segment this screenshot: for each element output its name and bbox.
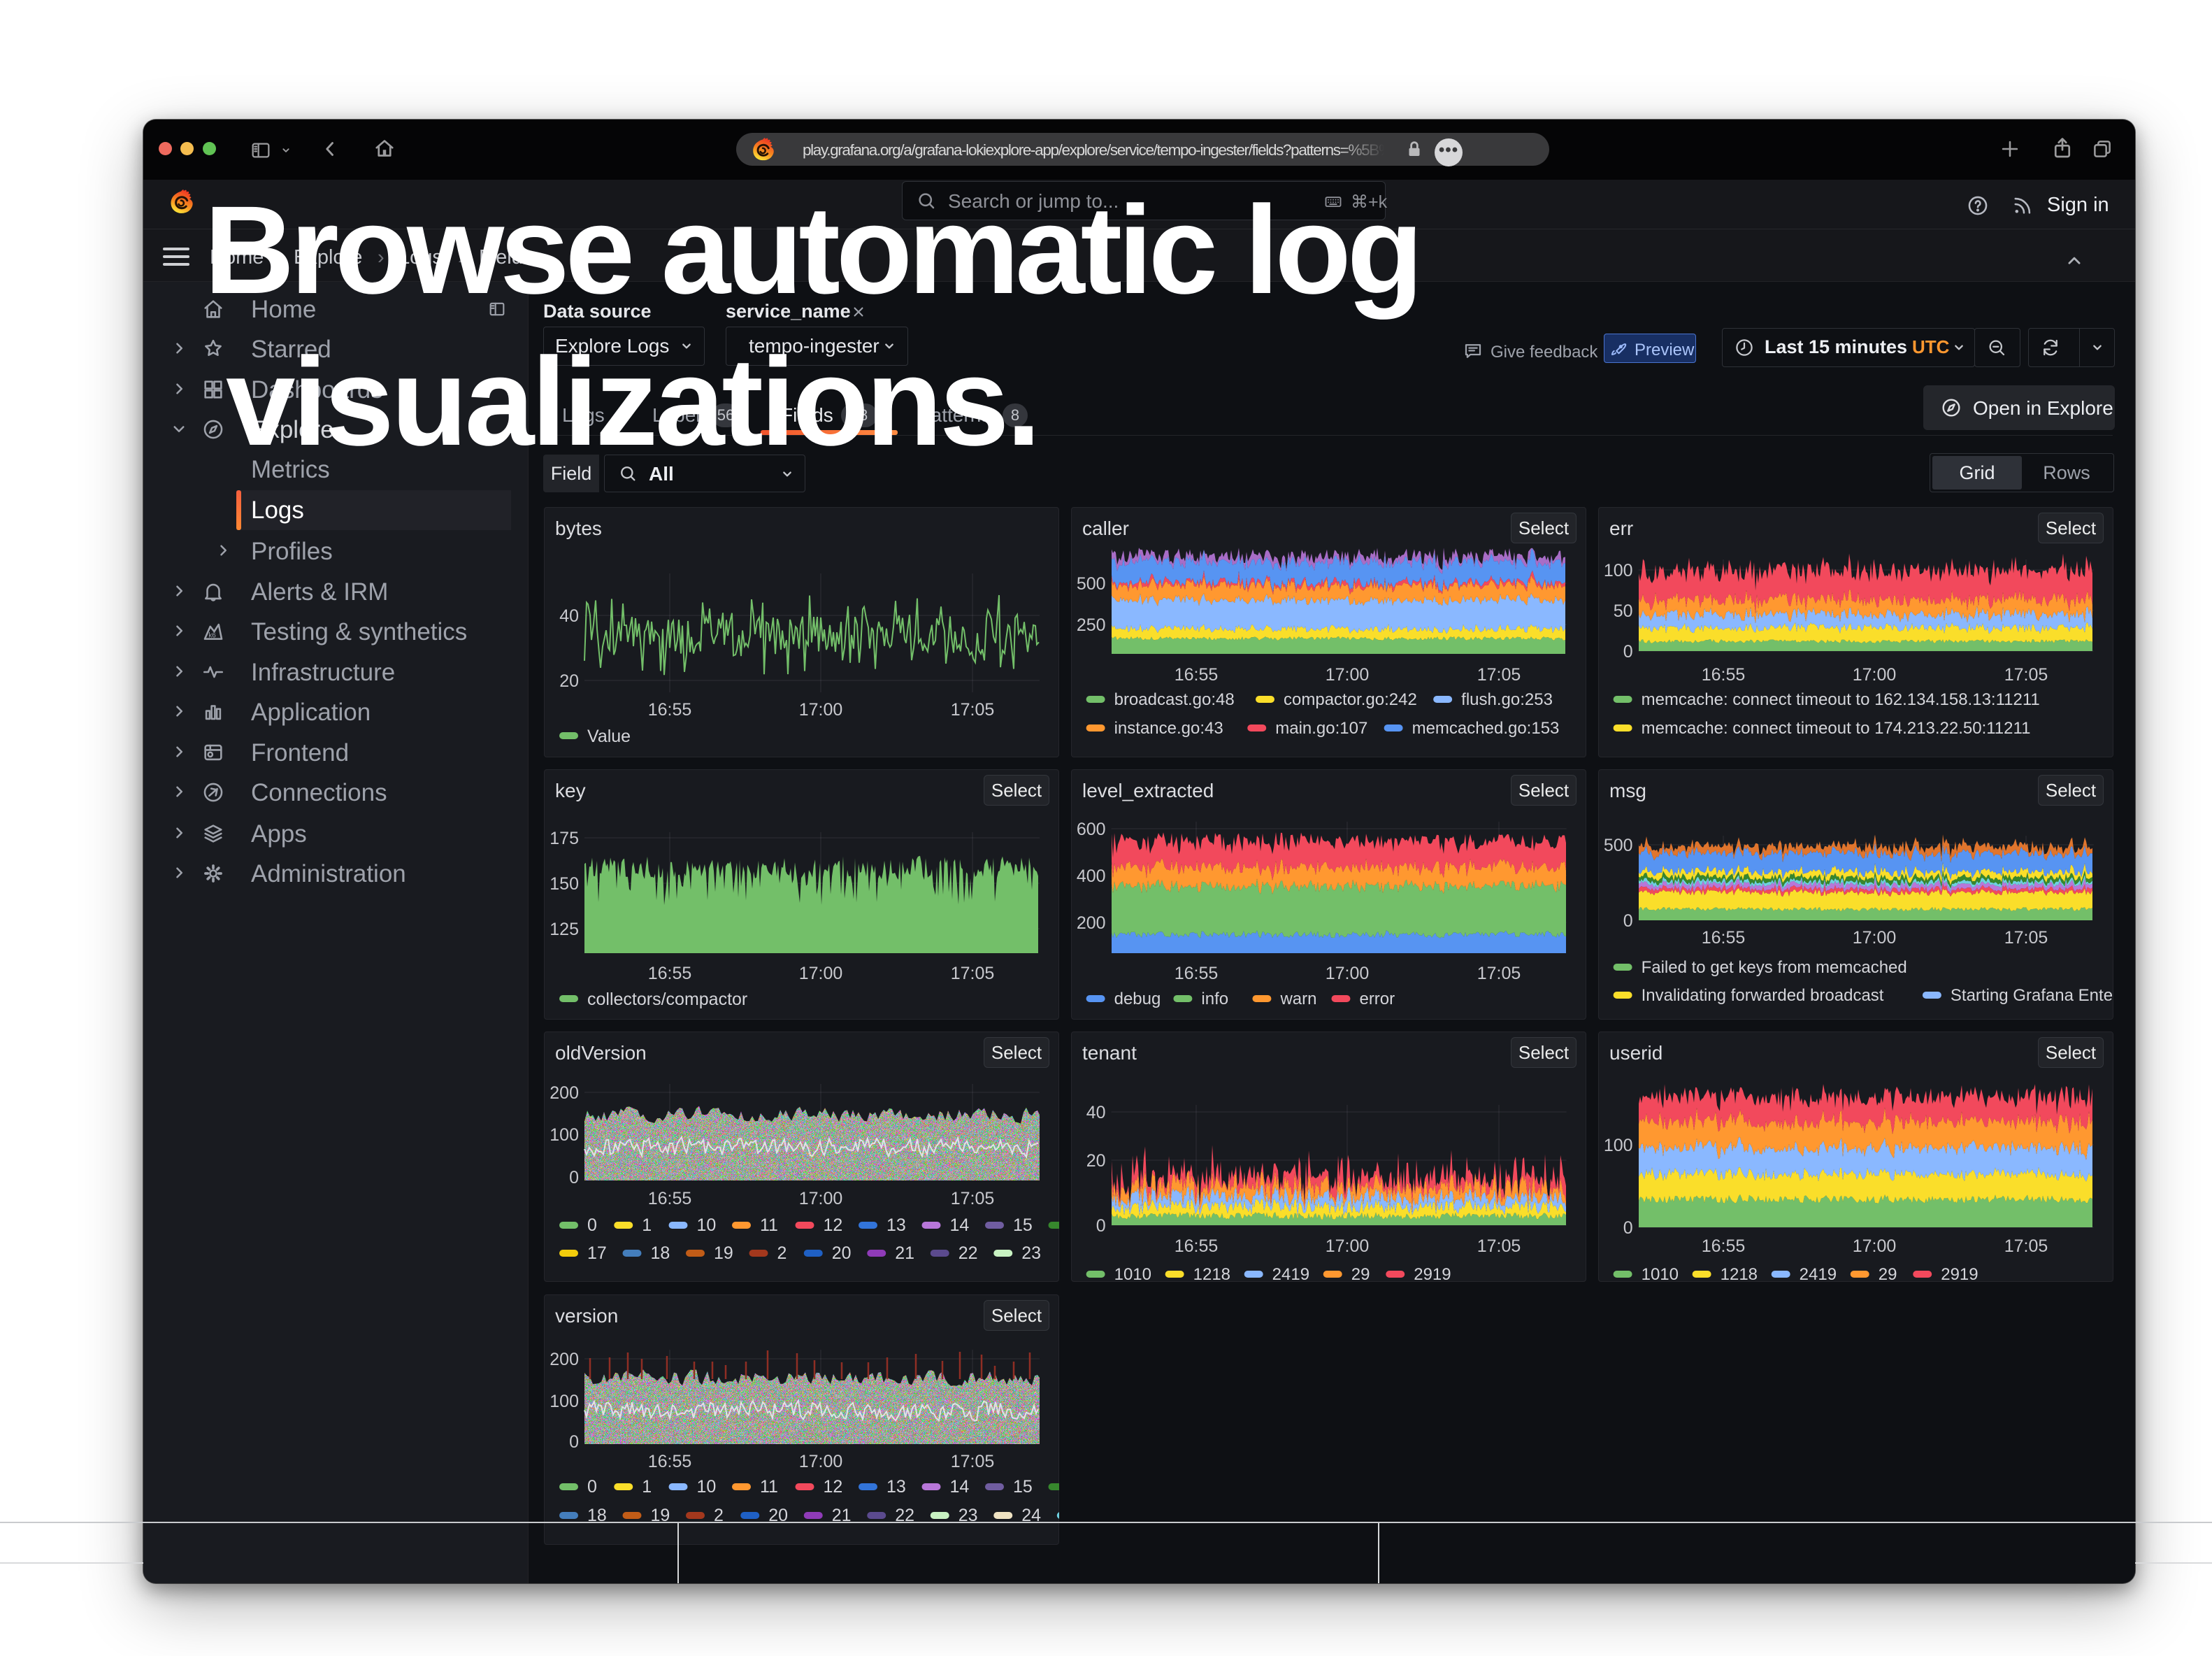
svg-text:k6: k6 <box>208 632 216 640</box>
